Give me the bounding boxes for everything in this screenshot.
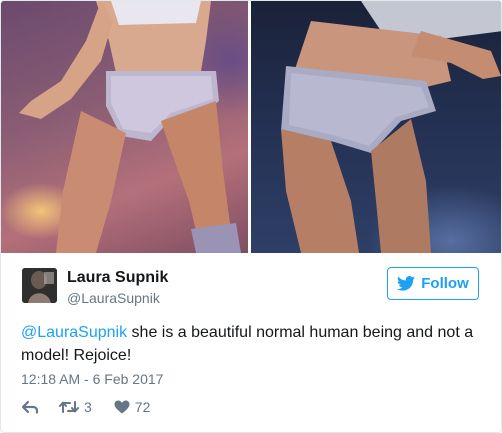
- tweet-text: @LauraSupnik she is a beautiful normal h…: [21, 321, 486, 367]
- follow-label: Follow: [421, 275, 469, 292]
- avatar-image: [22, 268, 57, 303]
- like-button[interactable]: 72: [114, 399, 151, 415]
- retweet-count: 3: [84, 399, 92, 415]
- author-display-name[interactable]: Laura Supnik: [67, 269, 168, 287]
- tweet-photo-left[interactable]: [1, 1, 248, 253]
- embedded-tweet-card: Laura Supnik @LauraSupnik Follow @LauraS…: [0, 0, 502, 433]
- tweet-photo-right[interactable]: [251, 1, 501, 253]
- like-count: 72: [134, 399, 151, 415]
- heart-icon: [114, 400, 130, 414]
- reply-button[interactable]: [21, 400, 39, 414]
- avatar[interactable]: [22, 268, 57, 303]
- twitter-bird-icon: [397, 276, 416, 291]
- performer-photo-right: [281, 1, 501, 253]
- mention-link[interactable]: @LauraSupnik: [21, 324, 127, 341]
- retweet-button[interactable]: 3: [59, 399, 92, 415]
- reply-icon: [21, 400, 39, 414]
- performer-photo-left: [19, 1, 241, 253]
- author-handle[interactable]: @LauraSupnik: [67, 290, 160, 306]
- tweet-timestamp[interactable]: 12:18 AM - 6 Feb 2017: [21, 371, 163, 387]
- retweet-icon: [59, 401, 79, 413]
- follow-button[interactable]: Follow: [387, 267, 479, 300]
- tweet-actions: 3 72: [21, 397, 150, 417]
- tweet-media: [1, 1, 501, 253]
